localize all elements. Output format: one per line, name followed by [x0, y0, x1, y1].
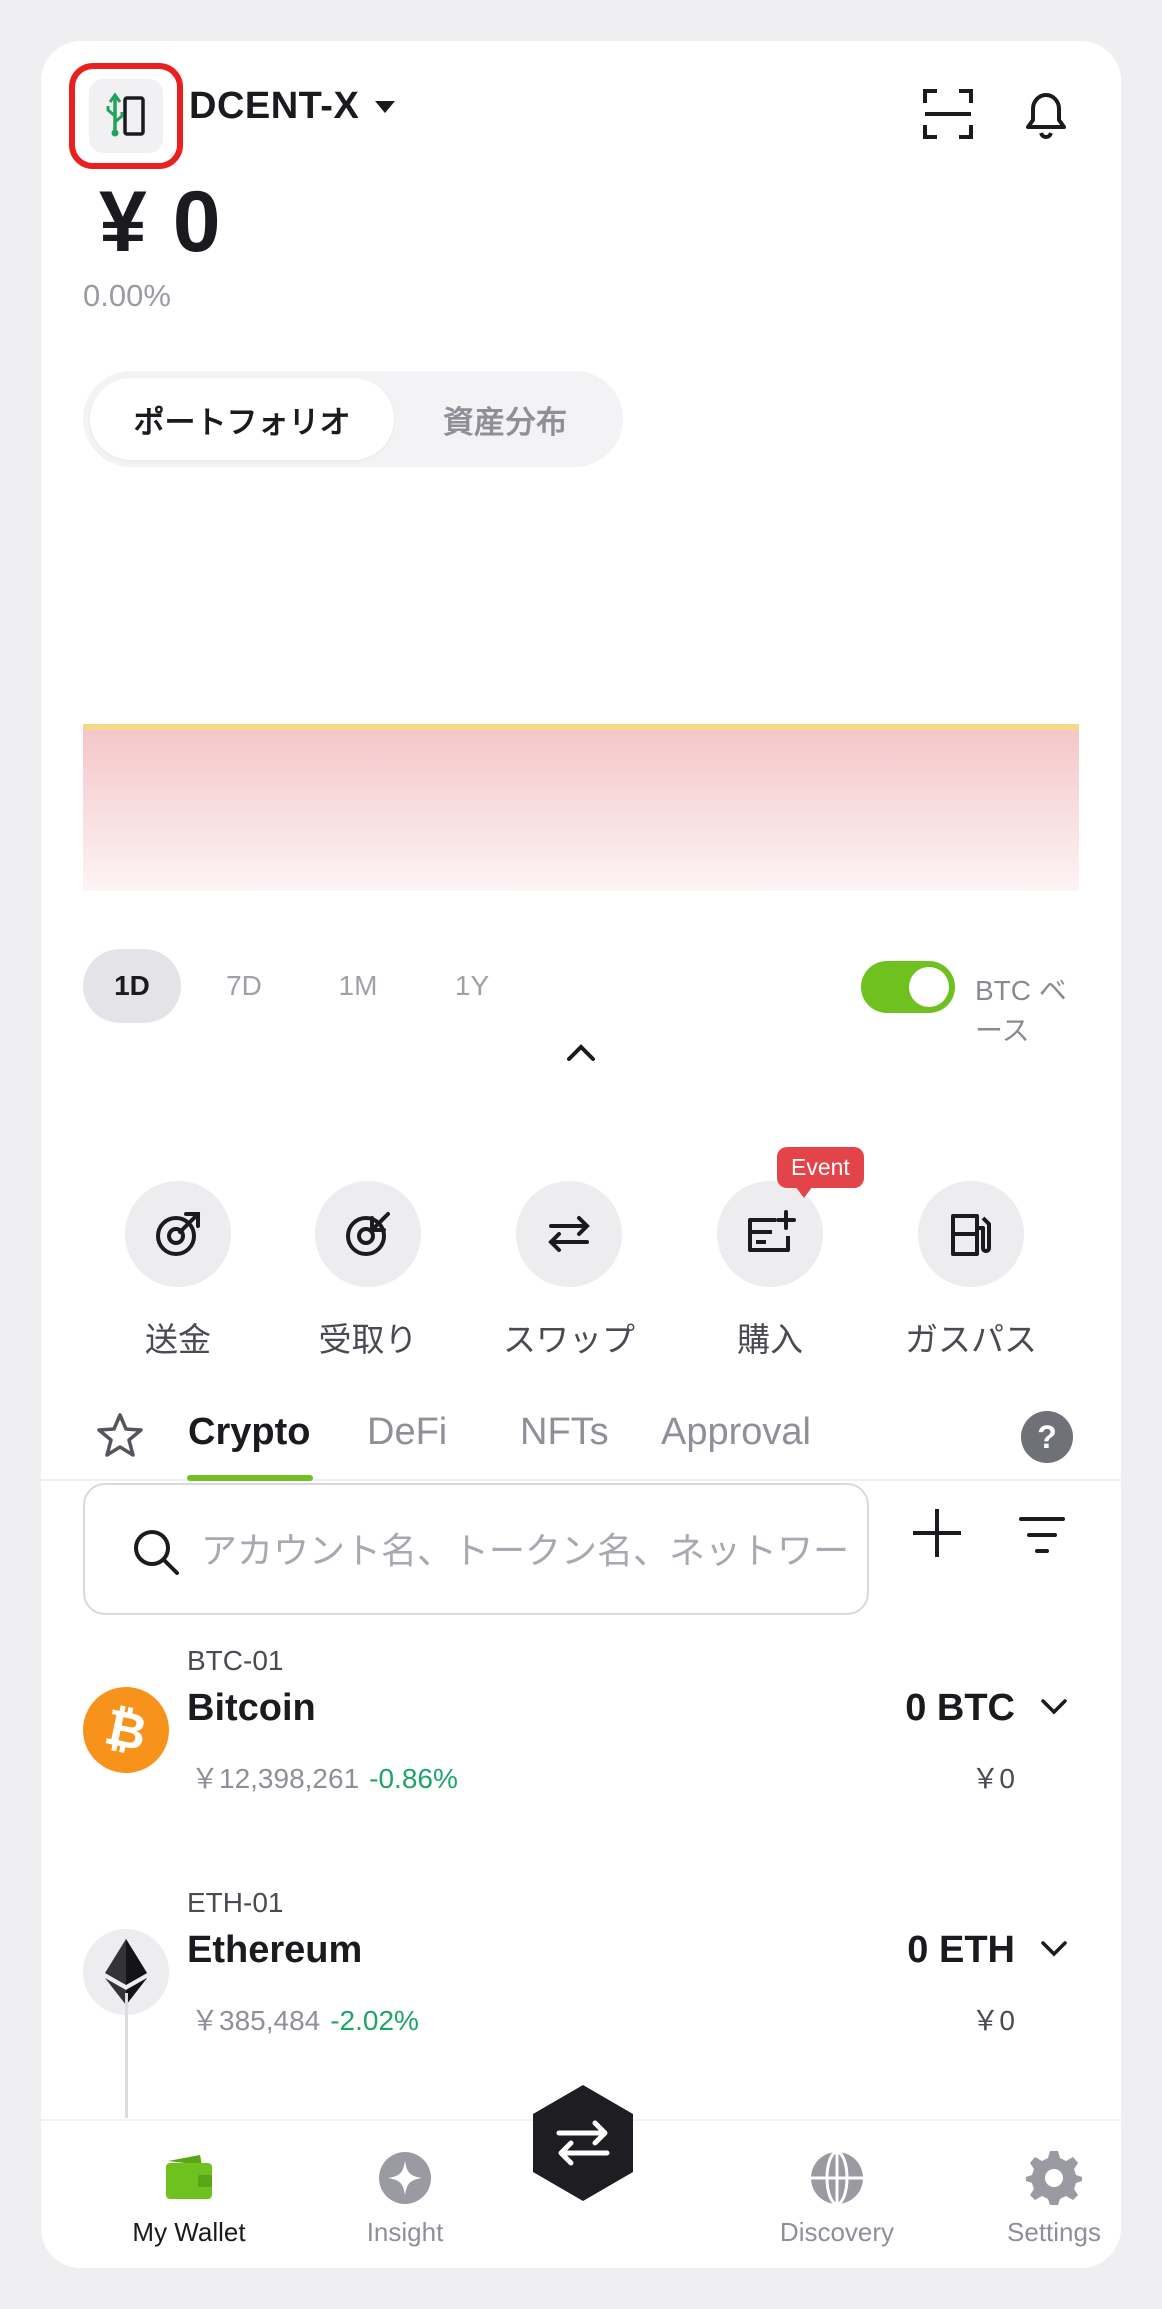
receive-icon: [315, 1181, 421, 1287]
period-7d[interactable]: 7D: [195, 949, 293, 1023]
swap-label: スワップ: [503, 1321, 635, 1358]
receive-action[interactable]: 受取り: [268, 1131, 468, 1361]
nav-wallet-label: My Wallet: [132, 2217, 246, 2247]
period-1y[interactable]: 1Y: [423, 949, 521, 1023]
wallet-screen: DCENT-X ¥ 0 0.00% ポートフォリオ 資産分布 1D 7D 1M …: [41, 41, 1121, 2268]
search-icon: [134, 1530, 179, 1575]
segment-distribution[interactable]: 資産分布: [394, 378, 616, 460]
search-box: [83, 1483, 869, 1615]
price-change: -0.86%: [369, 1763, 458, 1794]
caret-down-icon: [375, 100, 396, 113]
nav-settings[interactable]: Settings: [954, 2149, 1121, 2248]
help-button[interactable]: ?: [1021, 1411, 1073, 1463]
nav-insight-label: Insight: [366, 2217, 444, 2247]
svg-text:₿: ₿: [100, 1697, 152, 1762]
asset-name: Bitcoin: [187, 1687, 316, 1729]
swap-fab-button[interactable]: [521, 2081, 645, 2205]
asset-row-ethereum[interactable]: ETH-01 Ethereum ￥385,484 -2.02% 0 ETH ￥0: [41, 1887, 1121, 2087]
nav-my-wallet[interactable]: My Wallet: [89, 2149, 289, 2248]
account-label: BTC-01: [187, 1645, 284, 1676]
asset-tabs: Crypto DeFi NFTs Approval ?: [41, 1381, 1121, 1481]
tab-defi[interactable]: DeFi: [367, 1411, 447, 1454]
chevron-up-icon: [567, 1044, 595, 1061]
price-change: -2.02%: [330, 2005, 419, 2036]
chevron-down-icon[interactable]: [1039, 1939, 1069, 1959]
swap-action[interactable]: スワップ: [469, 1131, 669, 1361]
period-1d[interactable]: 1D: [83, 949, 181, 1023]
balance-chart: [83, 681, 1079, 891]
asset-row-bitcoin[interactable]: ₿ BTC-01 Bitcoin ￥12,398,261 -0.86% 0 BTC…: [41, 1645, 1121, 1845]
wallet-name-label: DCENT-X: [189, 85, 360, 127]
search-input[interactable]: [201, 1515, 851, 1587]
total-balance: ¥ 0: [99, 174, 222, 270]
wallet-selector[interactable]: DCENT-X: [189, 85, 396, 128]
toggle-knob: [909, 967, 949, 1007]
asset-amount: 0 BTC: [905, 1687, 1015, 1729]
view-segment-control: ポートフォリオ 資産分布: [83, 371, 623, 467]
star-icon: [97, 1413, 143, 1457]
header: DCENT-X: [41, 41, 1121, 191]
usb-device-icon: [89, 79, 163, 153]
segment-portfolio[interactable]: ポートフォリオ: [90, 378, 394, 460]
globe-icon: [811, 2150, 863, 2206]
favorites-button[interactable]: [93, 1409, 147, 1463]
wallet-icon: [166, 2155, 212, 2199]
period-1m[interactable]: 1M: [309, 949, 407, 1023]
send-icon: [125, 1181, 231, 1287]
gas-pass-action[interactable]: ガスパス: [871, 1131, 1071, 1361]
receive-label: 受取り: [318, 1321, 418, 1358]
nav-discovery-label: Discovery: [779, 2217, 895, 2247]
btc-base-label: BTC ベース: [975, 975, 1067, 1046]
gas-pump-icon: [918, 1181, 1024, 1287]
device-connect-button[interactable]: [69, 63, 183, 169]
asset-price: ￥12,398,261 -0.86%: [191, 1757, 458, 1797]
notifications-button[interactable]: [1013, 81, 1079, 147]
swap-arrows-icon: [533, 2085, 633, 2201]
send-label: 送金: [145, 1321, 211, 1358]
send-action[interactable]: 送金: [78, 1131, 278, 1361]
quick-actions: 送金 受取り スワップ 購入 ガスパス Event: [41, 1131, 1121, 1358]
insight-sparkle-icon: [379, 2152, 431, 2204]
tab-approval[interactable]: Approval: [661, 1411, 811, 1454]
btc-base-toggle[interactable]: [861, 961, 955, 1013]
account-tree-line: [125, 1993, 128, 2118]
balance-change-percent: 0.00%: [83, 278, 171, 313]
gear-icon: [1026, 2151, 1082, 2205]
bitcoin-logo-icon: ₿: [83, 1687, 169, 1773]
nav-discovery[interactable]: Discovery: [737, 2149, 937, 2248]
asset-name: Ethereum: [187, 1929, 363, 1971]
add-account-button[interactable]: [907, 1503, 967, 1563]
active-tab-indicator: [187, 1475, 313, 1481]
swap-icon: [516, 1181, 622, 1287]
nav-settings-label: Settings: [1007, 2217, 1101, 2247]
nav-insight[interactable]: Insight: [305, 2149, 505, 2248]
gas-pass-label: ガスパス: [905, 1321, 1037, 1358]
tab-crypto[interactable]: Crypto: [188, 1411, 310, 1454]
event-badge: Event: [777, 1147, 864, 1198]
period-selector: 1D 7D 1M 1Y BTC ベース: [83, 949, 1079, 1046]
filter-button[interactable]: [1017, 1513, 1067, 1557]
tab-nfts[interactable]: NFTs: [520, 1411, 609, 1454]
account-label: ETH-01: [187, 1887, 284, 1918]
price-value: ￥12,398,261: [191, 1763, 360, 1794]
asset-fiat-value: ￥0: [971, 1763, 1015, 1794]
scan-icon: [923, 89, 973, 139]
filter-icon: [1019, 1517, 1065, 1553]
collapse-chart-button[interactable]: [561, 1037, 601, 1067]
asset-price: ￥385,484 -2.02%: [191, 1999, 419, 2039]
asset-amount: 0 ETH: [907, 1929, 1015, 1971]
chevron-down-icon[interactable]: [1039, 1697, 1069, 1717]
price-value: ￥385,484: [191, 2005, 321, 2036]
buy-label: 購入: [737, 1321, 803, 1358]
chart-area: [83, 727, 1079, 891]
asset-fiat-value: ￥0: [971, 2005, 1015, 2036]
bell-icon: [1026, 93, 1066, 140]
scan-qr-button[interactable]: [915, 81, 981, 147]
plus-icon: [913, 1509, 961, 1557]
